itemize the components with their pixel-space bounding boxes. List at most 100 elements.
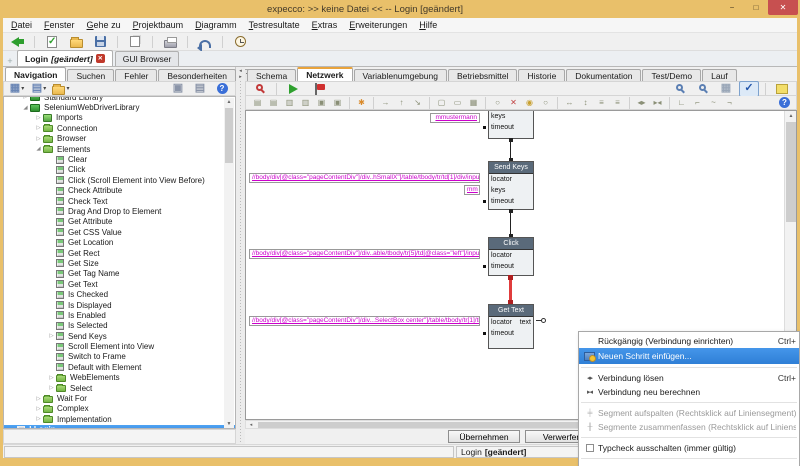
tree-item[interactable]: Get Location [4, 237, 235, 247]
menu-item[interactable]: Hilfe [413, 20, 443, 30]
category-view-menu[interactable]: ▤▾ [29, 81, 49, 97]
run-button[interactable] [283, 81, 303, 97]
collapse-right-icon[interactable]: ▸ [239, 75, 242, 80]
step-node-send-keys[interactable]: Send Keys locator keys timeout [488, 161, 534, 210]
expander-icon[interactable]: ▷ [34, 416, 43, 422]
editor-tab[interactable]: Netzwerk [297, 67, 352, 81]
input-pin-row[interactable]: locator [489, 250, 533, 261]
distribute-vertical-button[interactable]: ≡ [594, 96, 609, 109]
menu-item[interactable]: Extras [306, 20, 344, 30]
expander-icon[interactable]: ▷ [34, 125, 43, 131]
split-segments-button[interactable]: ▸◂ [650, 96, 665, 109]
editor-tab[interactable]: Historie [518, 69, 565, 81]
tree-item[interactable]: Drag And Drop to Element [4, 206, 235, 216]
new-window-button[interactable] [125, 34, 145, 50]
print-button[interactable] [160, 34, 180, 50]
tree-item[interactable]: Is Enabled [4, 310, 235, 320]
menu-item[interactable]: Datei [5, 20, 38, 30]
literal-value[interactable]: mmustermann [430, 113, 480, 123]
back-button[interactable]: ▾ [7, 34, 27, 50]
document-tab[interactable]: Login [geändert] ✕ [17, 50, 113, 66]
note-button[interactable] [772, 81, 792, 97]
highlight-connection-button[interactable]: ◉ [522, 96, 537, 109]
menu-item[interactable]: Erweiterungen [343, 20, 413, 30]
scrollbar-thumb[interactable] [786, 122, 796, 222]
add-comment-button[interactable]: ↘ [410, 96, 425, 109]
route-direct-button[interactable]: ⌐ [690, 96, 705, 109]
tree-item[interactable]: ▷WebElements [4, 373, 235, 383]
expander-icon[interactable]: ▷ [34, 115, 43, 121]
expander-icon[interactable]: ▷ [34, 136, 43, 142]
exec-connection-selected[interactable] [509, 276, 512, 304]
input-pin-row[interactable]: timeout [489, 122, 533, 133]
menu-item[interactable]: Fenster [38, 20, 81, 30]
new-step-button[interactable]: ✱ [354, 96, 369, 109]
history-button[interactable] [230, 34, 250, 50]
minimize-button[interactable]: − [720, 0, 744, 15]
add-output-pin-button[interactable]: ↑ [394, 96, 409, 109]
folder-view-menu[interactable]: ▾ [51, 81, 71, 97]
editor-tab[interactable]: Betriebsmittel [448, 69, 518, 81]
input-pin-row[interactable]: timeout [489, 261, 533, 272]
expander-icon[interactable]: ◢ [21, 105, 30, 111]
panel-splitter[interactable]: ◂ ▸ [236, 67, 245, 444]
tree-item[interactable]: ▷Connection [4, 123, 235, 133]
swap-connection-button[interactable]: ↔ [562, 96, 577, 109]
input-pin-row[interactable]: timeout [489, 328, 533, 339]
left-panel-tab[interactable]: Suchen [67, 69, 114, 81]
select-all-button[interactable]: ▣ [314, 96, 329, 109]
undo-button[interactable] [195, 34, 215, 50]
context-menu-item[interactable]: ▸◂Verbindung neu berechnen [579, 385, 799, 399]
zoom-in-button[interactable] [693, 81, 713, 97]
tree-item[interactable]: Check Attribute [4, 186, 235, 196]
apply-button[interactable]: Übernehmen [448, 430, 520, 443]
step-node-partial[interactable]: keys timeout [488, 111, 534, 139]
tab-close-icon[interactable]: ✕ [96, 54, 105, 63]
tree-item[interactable]: Get Tag Name [4, 269, 235, 279]
flip-connection-button[interactable]: ↕ [578, 96, 593, 109]
tree-item[interactable]: ◢Elements [4, 144, 235, 154]
maximize-button[interactable]: □ [744, 0, 768, 15]
tree-item[interactable]: Get CSS Value [4, 227, 235, 237]
help-button[interactable]: ? [777, 96, 792, 109]
scrollbar-thumb[interactable] [225, 108, 233, 163]
menu-item[interactable]: Diagramm [189, 20, 243, 30]
duplicate-step-button[interactable]: ▥ [298, 96, 313, 109]
literal-value[interactable]: mm [464, 185, 480, 195]
node-title[interactable]: Click [489, 238, 533, 250]
zoom-out-button[interactable] [670, 81, 690, 97]
cut-step-button[interactable]: ▥ [282, 96, 297, 109]
tree-item[interactable]: ▷Wait For [4, 393, 235, 403]
context-menu-item[interactable]: ◂▸Verbindung lösenCtrl+ [579, 371, 799, 385]
distribute-horizontal-button[interactable]: ≡ [610, 96, 625, 109]
input-pin-row[interactable]: keys [489, 111, 533, 122]
typecheck-toggle[interactable]: ✓ [739, 81, 759, 97]
expander-icon[interactable]: ▷ [47, 375, 56, 381]
resize-step-button[interactable]: ▭ [450, 96, 465, 109]
editor-tab[interactable]: Lauf [702, 69, 737, 81]
accept-file-button[interactable] [42, 34, 62, 50]
expander-icon[interactable]: ▷ [34, 406, 43, 412]
fit-diagram-button[interactable]: ▦ [466, 96, 481, 109]
tree-item[interactable]: Get Attribute [4, 217, 235, 227]
tree-item[interactable]: Get Size [4, 258, 235, 268]
menu-item[interactable]: Projektbaum [127, 20, 190, 30]
left-panel-tab[interactable]: Besonderheiten [158, 69, 236, 81]
editor-tab[interactable]: Test/Demo [642, 69, 701, 81]
tree-item[interactable]: Default with Element [4, 362, 235, 372]
input-pin-row[interactable]: keys [489, 185, 533, 196]
context-menu-item[interactable]: Verbindung darstellen als [579, 462, 799, 466]
tree-item[interactable]: Check Text [4, 196, 235, 206]
tree-item[interactable]: ▷Imports [4, 113, 235, 123]
tree-item[interactable]: Is Displayed [4, 300, 235, 310]
editor-tab[interactable]: Dokumentation [566, 69, 641, 81]
expander-icon[interactable]: ▷ [47, 385, 56, 391]
tree-item[interactable]: Click [4, 165, 235, 175]
scroll-up-icon[interactable]: ▲ [224, 98, 234, 107]
scroll-left-icon[interactable]: ◂ [246, 421, 256, 429]
expander-icon[interactable]: ▷ [21, 96, 30, 100]
menu-item[interactable]: Testresultate [243, 20, 306, 30]
document-tab[interactable]: GUI Browser [115, 51, 180, 66]
add-input-pin-button[interactable]: → [378, 96, 393, 109]
paste-step-button[interactable]: ▤ [250, 96, 265, 109]
